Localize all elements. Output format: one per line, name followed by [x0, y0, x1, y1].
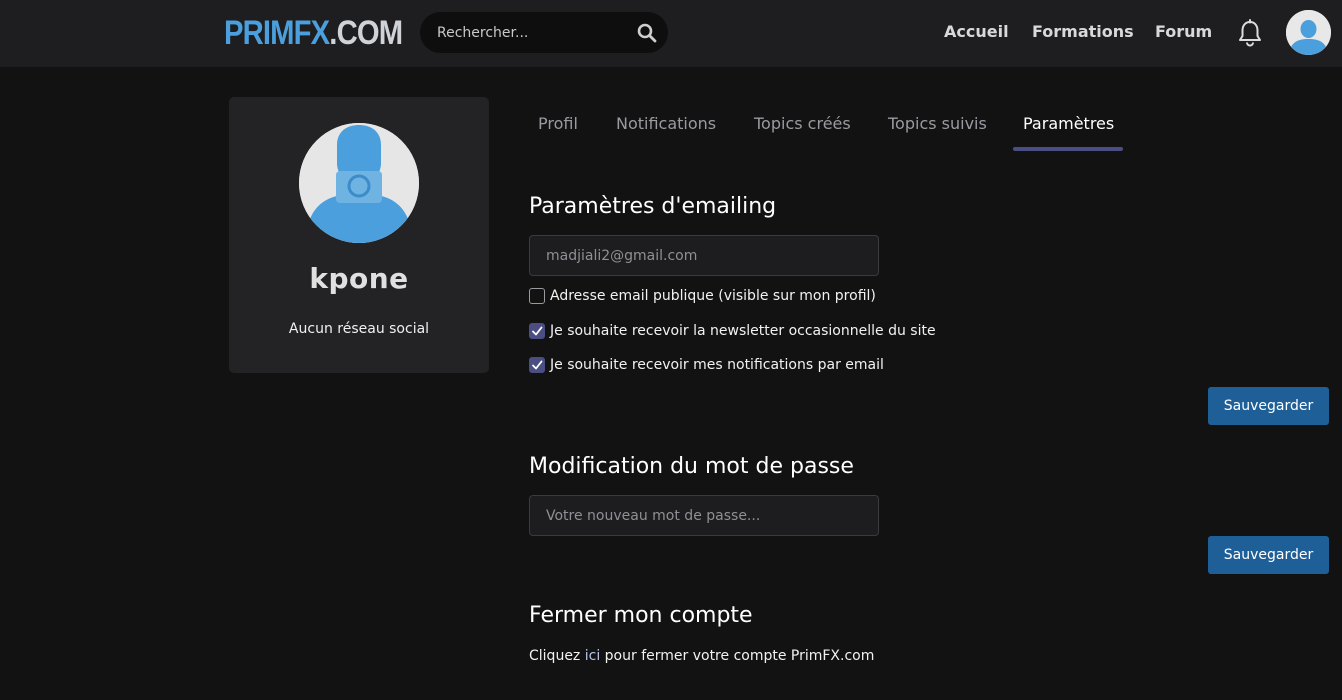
logo-primfx: PRIMFX [224, 14, 330, 52]
check-icon [532, 326, 543, 336]
tab-notifications[interactable]: Notifications [616, 104, 716, 152]
logo-dotcom: .COM [329, 14, 403, 52]
user-avatar-icon[interactable] [1286, 10, 1331, 55]
profile-username: kpone [309, 262, 409, 295]
search-input[interactable] [420, 12, 620, 53]
nav-accueil[interactable]: Accueil [944, 21, 1009, 43]
tab-topics-crees[interactable]: Topics créés [754, 104, 851, 152]
close-account-suffix: pour fermer votre compte PrimFX.com [604, 648, 875, 664]
option-newsletter[interactable]: Je souhaite recevoir la newsletter occas… [529, 322, 936, 340]
option-email-notifications-label: Je souhaite recevoir mes notifications p… [550, 357, 884, 373]
new-password-field[interactable] [529, 495, 879, 536]
email-field[interactable] [529, 235, 879, 276]
save-email-settings-button[interactable]: Sauvegarder [1208, 387, 1329, 425]
close-account-link[interactable]: ici [585, 648, 600, 664]
search-icon[interactable] [636, 22, 658, 44]
close-account-text: Cliquez ici pour fermer votre compte Pri… [529, 648, 874, 664]
checkbox-public-email[interactable] [529, 288, 545, 304]
tab-parametres[interactable]: Paramètres [1023, 104, 1114, 152]
password-section-title: Modification du mot de passe [529, 454, 854, 479]
close-account-prefix: Cliquez [529, 648, 581, 664]
nav-formations[interactable]: Formations [1032, 21, 1134, 43]
close-account-title: Fermer mon compte [529, 603, 753, 628]
save-password-button[interactable]: Sauvegarder [1208, 536, 1329, 574]
active-tab-indicator [1013, 147, 1123, 151]
tab-topics-suivis[interactable]: Topics suivis [888, 104, 987, 152]
check-icon [532, 360, 543, 370]
bell-icon[interactable] [1237, 19, 1263, 47]
profile-social-links: Aucun réseau social [288, 321, 430, 337]
option-public-email[interactable]: Adresse email publique (visible sur mon … [529, 287, 876, 305]
option-email-notifications[interactable]: Je souhaite recevoir mes notifications p… [529, 356, 884, 374]
nav-forum[interactable]: Forum [1155, 21, 1212, 43]
top-navigation-bar: PRIMFX.COM Accueil Formations Forum [0, 0, 1342, 67]
profile-avatar [299, 123, 419, 243]
option-public-email-label: Adresse email publique (visible sur mon … [550, 288, 876, 304]
profile-card: kpone Aucun réseau social [229, 97, 489, 373]
site-logo[interactable]: PRIMFX.COM [224, 13, 403, 53]
email-settings-title: Paramètres d'emailing [529, 194, 777, 219]
checkbox-email-notifications[interactable] [529, 357, 545, 373]
user-silhouette-icon [299, 123, 419, 243]
tab-profil[interactable]: Profil [538, 104, 578, 152]
checkbox-newsletter[interactable] [529, 323, 545, 339]
option-newsletter-label: Je souhaite recevoir la newsletter occas… [550, 323, 936, 339]
search-bar [420, 12, 668, 53]
